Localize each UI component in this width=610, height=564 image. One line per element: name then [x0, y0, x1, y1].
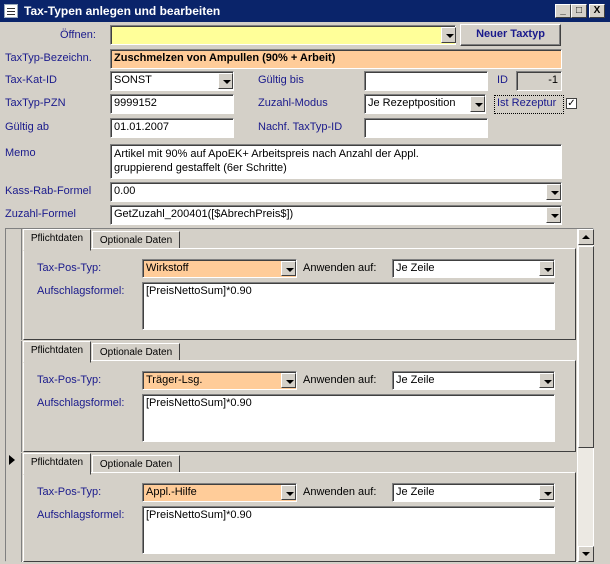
open-dropdown-arrow-icon[interactable]	[441, 27, 456, 43]
aufschlag-label: Aufschlagsformel:	[37, 509, 125, 521]
anwenden-dropdown-arrow-icon[interactable]	[539, 373, 554, 388]
subform-record: Pflichtdaten Optionale Daten Tax-Pos-Typ…	[6, 453, 577, 562]
zuzahl-modus-label: Zuzahl-Modus	[258, 97, 328, 109]
window-title: Tax-Typen anlegen und bearbeiten	[24, 4, 221, 18]
memo-field[interactable]: Artikel mit 90% auf ApoEK+ Arbeitspreis …	[110, 144, 562, 179]
aufschlag-label: Aufschlagsformel:	[37, 285, 125, 297]
title-bar: Tax-Typen anlegen und bearbeiten _ □ X	[0, 0, 610, 22]
open-label: Öffnen:	[60, 29, 96, 41]
tax-pos-typ-combobox[interactable]: Wirkstoff	[142, 259, 297, 278]
new-taxtyp-button[interactable]: Neuer Taxtyp	[460, 24, 561, 46]
tax-pos-typ-label: Tax-Pos-Typ:	[37, 486, 102, 498]
record-pointer-icon[interactable]	[6, 453, 22, 562]
gueltig-ab-field[interactable]: 01.01.2007	[110, 118, 234, 138]
anwenden-combobox[interactable]: Je Zeile	[392, 259, 555, 278]
kass-label: Kass-Rab-Formel	[5, 185, 92, 197]
kass-dropdown-arrow-icon[interactable]	[546, 184, 561, 200]
window-icon	[4, 4, 18, 18]
ist-rezeptur-label: Ist Rezeptur	[497, 97, 557, 109]
tab-pflichtdaten[interactable]: Pflichtdaten	[23, 453, 91, 475]
kass-combobox[interactable]: 0.00	[110, 182, 562, 202]
scroll-thumb[interactable]	[578, 246, 594, 448]
aufschlag-field[interactable]: [PreisNettoSum]*0.90	[142, 506, 555, 554]
katid-label: Tax-Kat-ID	[5, 74, 57, 86]
pzn-field[interactable]: 9999152	[110, 94, 234, 114]
katid-dropdown-arrow-icon[interactable]	[218, 73, 233, 89]
bezeichnung-field[interactable]: Zuschmelzen von Ampullen (90% + Arbeit)	[110, 49, 562, 69]
tax-pos-typ-combobox[interactable]: Träger-Lsg.	[142, 371, 297, 390]
tab-pflichtdaten[interactable]: Pflichtdaten	[23, 341, 91, 363]
minimize-button[interactable]: _	[555, 4, 571, 18]
anwenden-dropdown-arrow-icon[interactable]	[539, 261, 554, 276]
nachf-field[interactable]	[364, 118, 488, 138]
tax-pos-typ-dropdown-arrow-icon[interactable]	[281, 261, 296, 276]
aufschlag-field[interactable]: [PreisNettoSum]*0.90	[142, 394, 555, 442]
id-label: ID	[497, 74, 508, 86]
gueltig-bis-label: Gültig bis	[258, 74, 304, 86]
bezeichnung-label: TaxTyp-Bezeichn.	[5, 52, 92, 64]
record-selector[interactable]	[6, 229, 22, 340]
ist-rezeptur-checkbox[interactable]: ✓	[566, 98, 577, 109]
tax-pos-typ-combobox[interactable]: Appl.-Hilfe	[142, 483, 297, 502]
gueltig-ab-label: Gültig ab	[5, 121, 50, 133]
anwenden-dropdown-arrow-icon[interactable]	[539, 485, 554, 500]
close-button[interactable]: X	[589, 4, 605, 18]
subform-record: Pflichtdaten Optionale Daten Tax-Pos-Typ…	[6, 229, 577, 340]
record-selector[interactable]	[6, 341, 22, 452]
scroll-up-icon[interactable]	[578, 229, 594, 245]
gueltig-bis-field[interactable]	[364, 71, 488, 91]
anwenden-combobox[interactable]: Je Zeile	[392, 371, 555, 390]
anwenden-label: Anwenden auf:	[303, 486, 377, 498]
open-combobox[interactable]	[110, 25, 456, 45]
katid-combobox[interactable]: SONST	[110, 71, 234, 91]
subform-record: Pflichtdaten Optionale Daten Tax-Pos-Typ…	[6, 341, 577, 452]
zuzahl-modus-combobox[interactable]: Je Rezeptposition	[364, 94, 486, 114]
id-field: -1	[516, 71, 562, 91]
zuzahl-formel-combobox[interactable]: GetZuzahl_200401([$AbrechPreis$])	[110, 205, 562, 225]
nachf-label: Nachf. TaxTyp-ID	[258, 121, 343, 133]
anwenden-label: Anwenden auf:	[303, 262, 377, 274]
zuzahl-formel-label: Zuzahl-Formel	[5, 208, 76, 220]
zuzahl-formel-dropdown-arrow-icon[interactable]	[546, 207, 561, 223]
pzn-label: TaxTyp-PZN	[5, 97, 66, 109]
anwenden-label: Anwenden auf:	[303, 374, 377, 386]
aufschlag-label: Aufschlagsformel:	[37, 397, 125, 409]
vertical-scrollbar[interactable]	[577, 229, 594, 562]
tax-pos-typ-dropdown-arrow-icon[interactable]	[281, 485, 296, 500]
maximize-button[interactable]: □	[571, 4, 587, 18]
anwenden-combobox[interactable]: Je Zeile	[392, 483, 555, 502]
aufschlag-field[interactable]: [PreisNettoSum]*0.90	[142, 282, 555, 330]
tax-pos-typ-label: Tax-Pos-Typ:	[37, 374, 102, 386]
scroll-down-icon[interactable]	[578, 546, 594, 562]
memo-label: Memo	[5, 147, 36, 159]
tax-pos-typ-label: Tax-Pos-Typ:	[37, 262, 102, 274]
zuzahl-modus-dropdown-arrow-icon[interactable]	[470, 96, 485, 112]
tax-pos-typ-dropdown-arrow-icon[interactable]	[281, 373, 296, 388]
tab-pflichtdaten[interactable]: Pflichtdaten	[23, 229, 91, 251]
